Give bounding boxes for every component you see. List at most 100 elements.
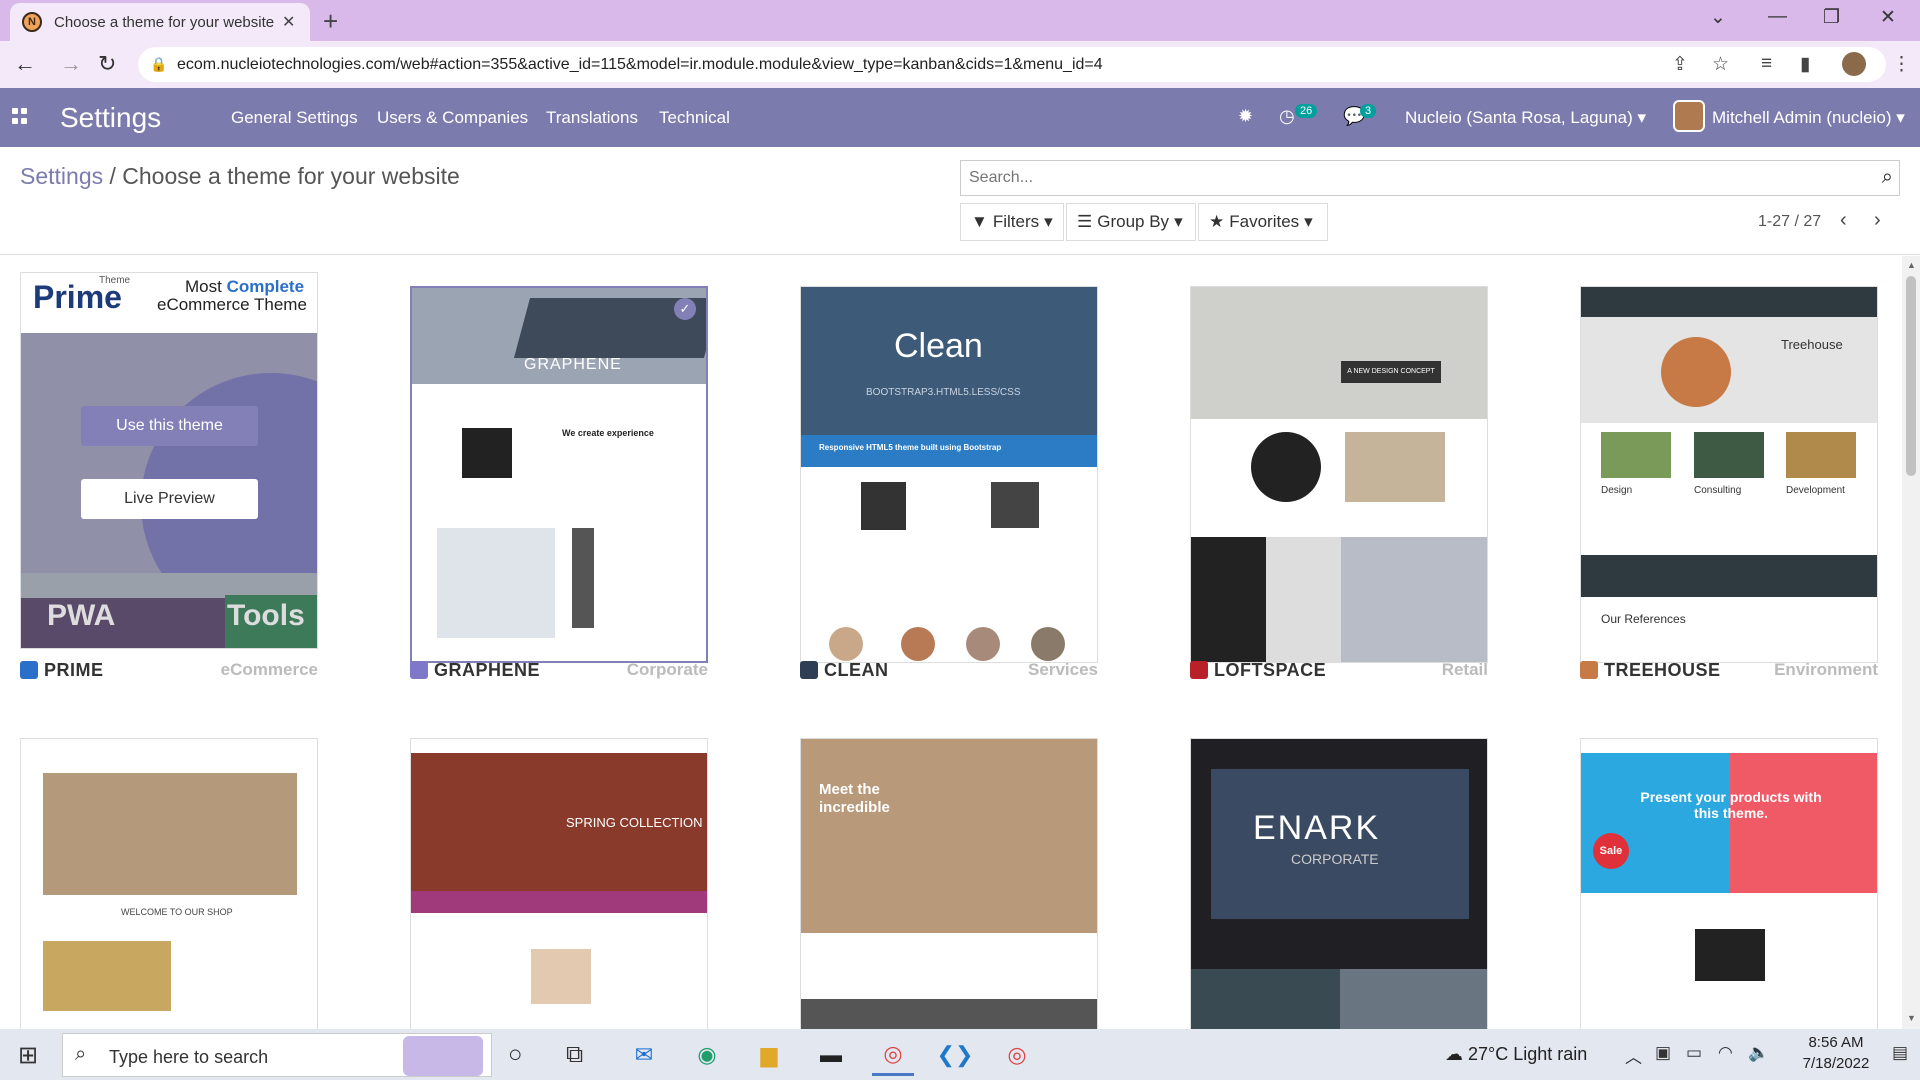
prime-thumbnail[interactable]: Prime Theme Most Complete eCommerce Them…	[20, 272, 318, 649]
menu-translations[interactable]: Translations	[546, 108, 638, 128]
cortana-circle-icon[interactable]: ○	[508, 1041, 523, 1069]
share-icon[interactable]: ⇪	[1672, 53, 1688, 76]
scrollbar-thumb[interactable]	[1906, 276, 1916, 476]
company-switcher[interactable]: Nucleio (Santa Rosa, Laguna) ▾	[1405, 108, 1646, 128]
notifications-icon[interactable]: ▤	[1892, 1043, 1908, 1063]
favorites-button[interactable]: ★ Favorites ▾	[1198, 203, 1328, 241]
terminal-app-icon[interactable]: ▬	[810, 1034, 852, 1076]
loftspace-thumbnail[interactable]: A NEW DESIGN CONCEPT	[1190, 286, 1488, 663]
menu-general-settings[interactable]: General Settings	[231, 108, 358, 128]
browser-tab[interactable]: N Choose a theme for your website ✕	[10, 3, 310, 41]
page-scrollbar[interactable]: ▲ ▼	[1902, 256, 1920, 1029]
graphene-thumbnail[interactable]: GRAPHENE ✓ We create experience	[410, 286, 708, 663]
loftspace-hero	[1191, 287, 1487, 419]
chrome-app-icon[interactable]: ◎	[872, 1034, 914, 1076]
use-this-theme-button[interactable]: Use this theme	[81, 406, 258, 446]
vscode-app-icon[interactable]: ❮❯	[934, 1034, 976, 1076]
search-icon[interactable]: ⌕	[1882, 166, 1893, 189]
group-by-label: Group By	[1097, 212, 1170, 231]
theme-category: Corporate	[626, 660, 708, 679]
search-input[interactable]	[969, 169, 1849, 187]
windows-start-icon[interactable]: ⊞	[18, 1041, 38, 1070]
user-avatar[interactable]	[1673, 100, 1705, 132]
tab-search-chevron-icon[interactable]: ⌄	[1710, 6, 1726, 29]
edge-browser-icon[interactable]: ◉	[686, 1034, 728, 1076]
scroll-down-icon[interactable]: ▼	[1907, 1013, 1916, 1023]
loftspace-kitchen-image	[1266, 537, 1341, 662]
clean-subtitle: BOOTSTRAP3.HTML5.LESS/CSS	[866, 387, 1021, 398]
user-menu[interactable]: Mitchell Admin (nucleio) ▾	[1712, 108, 1905, 128]
prime-tagline: Most Complete	[185, 277, 304, 297]
pager-next-icon[interactable]: ›	[1874, 209, 1881, 232]
treehouse-features-band	[1581, 555, 1877, 597]
breadcrumb-settings-link[interactable]: Settings	[20, 163, 103, 189]
treehouse-thumbnail[interactable]: Treehouse Design Consulting Development …	[1580, 286, 1878, 663]
new-tab-button[interactable]: +	[323, 6, 338, 37]
clean-avatar-4	[1031, 627, 1065, 661]
avantshop-thumbnail[interactable]: WELCOME TO OUR SHOP	[20, 738, 318, 1029]
side-panel-icon[interactable]: ▮	[1800, 53, 1810, 76]
avantshop-welcome: WELCOME TO OUR SHOP	[121, 907, 233, 917]
app-title[interactable]: Settings	[60, 102, 161, 134]
apps-menu-icon[interactable]	[12, 108, 28, 124]
treehouse-col-development: Development	[1786, 485, 1845, 496]
prime-tagline-sub: eCommerce Theme	[157, 295, 307, 314]
caret-down-icon: ▾	[1637, 108, 1647, 127]
present-thumbnail[interactable]: Present your products with this theme. S…	[1580, 738, 1878, 1029]
treehouse-nav	[1581, 287, 1877, 317]
profile-avatar[interactable]	[1842, 52, 1866, 76]
media-control-icon[interactable]: ≡	[1761, 53, 1772, 75]
volume-icon[interactable]: 🔈	[1748, 1043, 1769, 1063]
maximize-button[interactable]: ❐	[1823, 6, 1840, 29]
window-close-button[interactable]: ✕	[1880, 6, 1896, 29]
minimize-button[interactable]: —	[1768, 6, 1787, 28]
enark-color-block-2	[1340, 969, 1487, 1029]
tray-chevron-up-icon[interactable]: ︿	[1625, 1043, 1642, 1068]
close-tab-icon[interactable]: ✕	[282, 12, 295, 32]
file-explorer-icon[interactable]: ▆	[748, 1034, 790, 1076]
battery-icon[interactable]: ▭	[1686, 1043, 1702, 1063]
enark-thumbnail[interactable]: ENARK CORPORATE	[1190, 738, 1488, 1029]
spring-color-blocks	[411, 891, 707, 913]
chrome-profile-app-icon[interactable]: ◎	[996, 1034, 1038, 1076]
browser-menu-icon[interactable]: ⋮	[1892, 53, 1911, 76]
group-by-bars-icon: ☰	[1077, 212, 1093, 231]
bookmark-star-icon[interactable]: ☆	[1712, 53, 1729, 76]
meet-thumbnail[interactable]: Meet the incredible	[800, 738, 1098, 1029]
caret-down-icon: ▾	[1304, 212, 1313, 231]
debug-bug-icon[interactable]: ✹	[1238, 106, 1253, 127]
spring-thumbnail[interactable]: SPRING COLLECTION	[410, 738, 708, 1029]
search-icon: ⌕	[75, 1043, 87, 1065]
reload-icon[interactable]: ↻	[98, 51, 116, 77]
menu-technical[interactable]: Technical	[659, 108, 730, 128]
tray-device-icon[interactable]: ▣	[1655, 1043, 1671, 1063]
wifi-icon[interactable]: ◠	[1718, 1043, 1733, 1063]
clean-avatar-2	[901, 627, 935, 661]
activity-clock-icon[interactable]: ◷	[1279, 106, 1295, 127]
windows-taskbar: ⊞ ⌕ Type here to search ○ ⧉ ✉ ◉ ▆ ▬ ◎ ❮❯…	[0, 1029, 1920, 1080]
weather-widget[interactable]: ☁ 27°C Light rain	[1445, 1044, 1587, 1065]
control-panel: Settings / Choose a theme for your websi…	[0, 147, 1920, 255]
favorites-label: Favorites	[1229, 212, 1300, 231]
company-name: Nucleio (Santa Rosa, Laguna)	[1405, 108, 1633, 127]
forward-arrow-icon[interactable]: →	[60, 51, 82, 77]
task-view-icon[interactable]: ⧉	[566, 1041, 583, 1069]
present-blue-panel	[1581, 753, 1730, 893]
clock-time[interactable]: 8:56 AM	[1796, 1034, 1876, 1051]
clean-thumbnail[interactable]: Clean BOOTSTRAP3.HTML5.LESS/CSS Responsi…	[800, 286, 1098, 663]
pager-value[interactable]: 1-27 / 27	[1758, 213, 1821, 231]
filters-button[interactable]: ▼ Filters ▾	[960, 203, 1064, 241]
menu-users-companies[interactable]: Users & Companies	[377, 108, 528, 128]
scroll-up-icon[interactable]: ▲	[1907, 260, 1916, 270]
group-by-button[interactable]: ☰ Group By ▾	[1066, 203, 1196, 241]
clean-logo: Clean	[894, 327, 983, 365]
url-text[interactable]: ecom.nucleiotechnologies.com/web#action=…	[177, 56, 1103, 74]
clock-date[interactable]: 7/18/2022	[1796, 1055, 1876, 1072]
lock-icon[interactable]: 🔒	[150, 56, 167, 73]
pager-previous-icon[interactable]: ‹	[1840, 209, 1847, 232]
mail-app-icon[interactable]: ✉	[623, 1034, 665, 1076]
back-arrow-icon[interactable]: ←	[14, 51, 36, 77]
taskbar-search[interactable]: ⌕ Type here to search	[62, 1033, 492, 1077]
clean-theme-icon	[800, 661, 818, 679]
live-preview-button[interactable]: Live Preview	[81, 479, 258, 519]
